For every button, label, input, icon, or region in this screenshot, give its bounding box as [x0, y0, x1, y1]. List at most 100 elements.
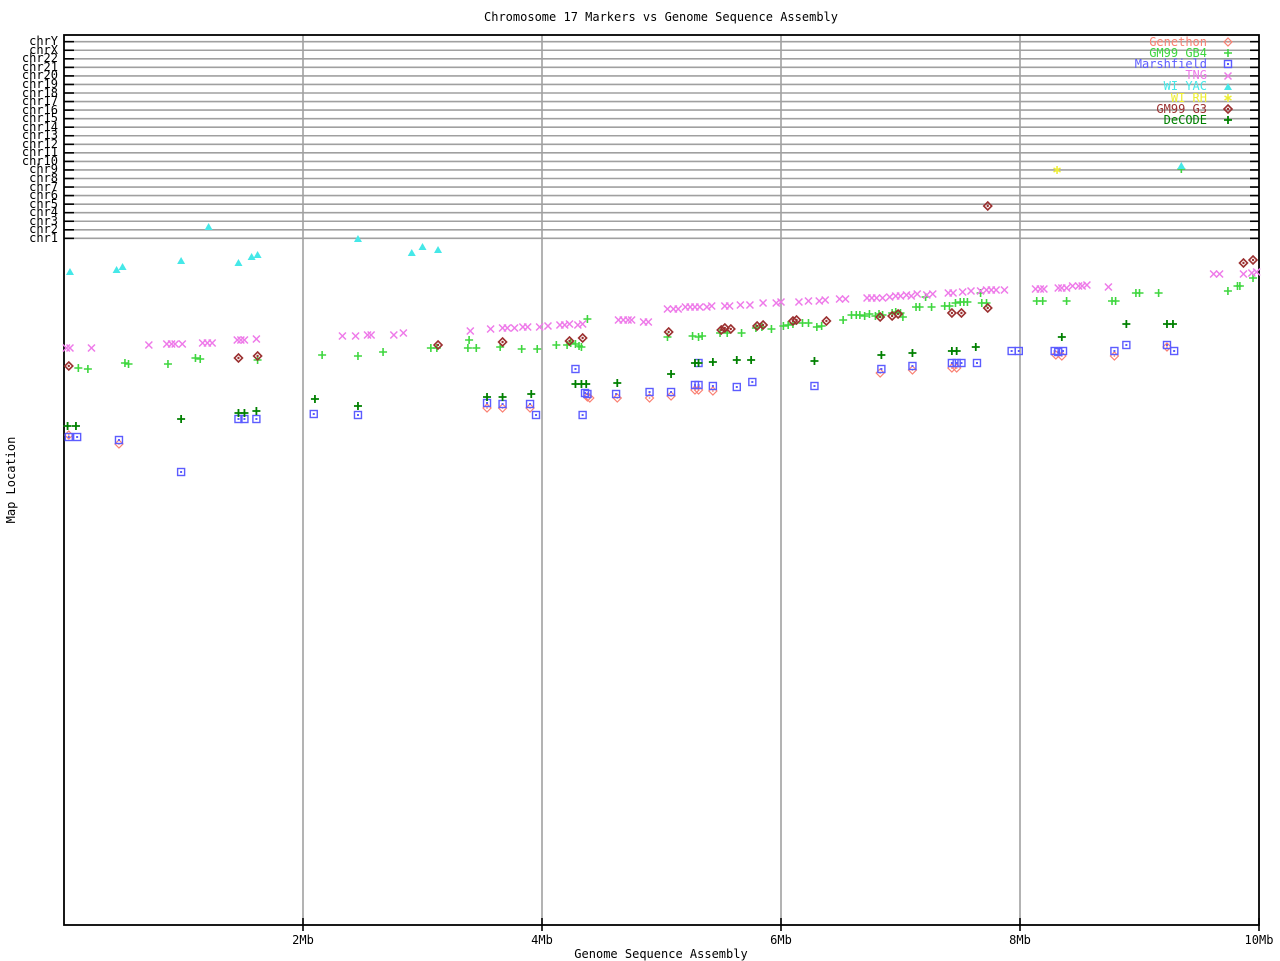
series-genethon	[63, 342, 1172, 449]
data-point	[1223, 71, 1233, 80]
data-point	[1215, 269, 1224, 279]
data-point	[1057, 333, 1066, 341]
data-point	[71, 422, 80, 430]
data-point	[767, 325, 776, 333]
data-point	[1122, 320, 1131, 328]
data-point	[1177, 162, 1186, 169]
data-point	[707, 301, 716, 311]
data-point	[946, 307, 958, 319]
data-point	[1247, 254, 1259, 266]
data-point	[523, 322, 532, 332]
legend-marker-decode	[1224, 116, 1232, 125]
data-point	[1110, 346, 1119, 356]
data-point	[418, 243, 427, 250]
data-point	[1007, 346, 1016, 356]
data-point	[821, 315, 832, 327]
data-point	[434, 246, 443, 253]
data-point	[804, 319, 813, 327]
data-point	[1036, 284, 1045, 294]
data-point	[810, 381, 819, 391]
data-point	[571, 364, 580, 374]
data-point	[1068, 281, 1077, 291]
data-point	[1222, 104, 1234, 115]
data-point	[1224, 116, 1232, 125]
data-point	[178, 339, 187, 349]
data-point	[472, 344, 481, 352]
legend-marker-gm99-gb4	[1224, 49, 1232, 58]
data-point	[144, 340, 153, 350]
data-point	[877, 364, 886, 374]
data-point	[627, 315, 636, 325]
data-point	[486, 324, 495, 334]
data-point	[736, 300, 745, 310]
x-tick-label-4Mb: 4Mb	[531, 933, 553, 947]
data-point	[810, 357, 819, 365]
data-point	[841, 294, 850, 304]
data-point	[252, 414, 261, 424]
data-point	[351, 331, 360, 341]
data-point	[1038, 297, 1047, 305]
x-tick-label-2Mb: 2Mb	[292, 933, 314, 947]
legend-marker-tng	[1223, 71, 1233, 80]
data-point	[663, 304, 672, 314]
data-point	[87, 343, 96, 353]
data-point	[196, 355, 205, 363]
data-point	[465, 336, 474, 344]
data-point	[74, 364, 83, 372]
data-point	[759, 298, 768, 308]
data-point	[804, 296, 813, 306]
data-point	[1224, 94, 1232, 102]
data-point	[947, 358, 957, 368]
data-point	[1062, 283, 1071, 293]
data-point	[966, 286, 976, 296]
data-point	[338, 331, 347, 341]
data-point	[399, 328, 408, 338]
legend-marker-genethon	[1223, 37, 1233, 47]
data-point	[732, 356, 741, 364]
data-point	[531, 410, 541, 420]
data-point	[379, 348, 388, 356]
data-point	[1168, 320, 1177, 328]
series-tng	[62, 267, 1261, 353]
data-point	[83, 365, 92, 373]
data-point	[1054, 283, 1063, 293]
data-point	[613, 379, 622, 387]
data-point	[234, 259, 243, 266]
data-point	[839, 316, 848, 324]
data-point	[972, 358, 982, 368]
data-point	[204, 223, 213, 230]
data-point	[1239, 269, 1248, 279]
data-point	[992, 285, 1001, 295]
data-point	[118, 263, 127, 270]
data-point	[1224, 82, 1232, 90]
data-point	[177, 257, 186, 264]
legend-marker-wi-rh	[1224, 94, 1232, 102]
data-point	[1039, 284, 1048, 294]
series-marshfield	[64, 340, 1179, 477]
legend-item-decode: DeCODE	[1163, 112, 1207, 127]
data-point	[582, 380, 591, 388]
data-point	[624, 315, 633, 325]
data-point	[353, 410, 363, 420]
data-point	[708, 358, 717, 366]
series-decode	[63, 320, 1177, 430]
legend-marker-marshfield	[1223, 60, 1233, 69]
data-point	[318, 351, 327, 359]
data-point	[543, 321, 553, 331]
data-point	[708, 386, 718, 396]
data-point	[177, 415, 186, 423]
data-point	[176, 467, 186, 477]
data-point	[517, 345, 526, 353]
data-point	[708, 381, 718, 391]
data-point	[927, 303, 936, 311]
data-point	[877, 351, 886, 359]
legend-marker-gm99-g3	[1222, 104, 1234, 115]
data-point	[389, 330, 398, 340]
data-point	[463, 344, 472, 352]
data-point	[913, 289, 922, 299]
data-point	[737, 329, 746, 337]
data-point	[794, 297, 803, 307]
data-point	[407, 249, 416, 256]
data-point	[353, 352, 362, 360]
data-point	[353, 402, 362, 410]
